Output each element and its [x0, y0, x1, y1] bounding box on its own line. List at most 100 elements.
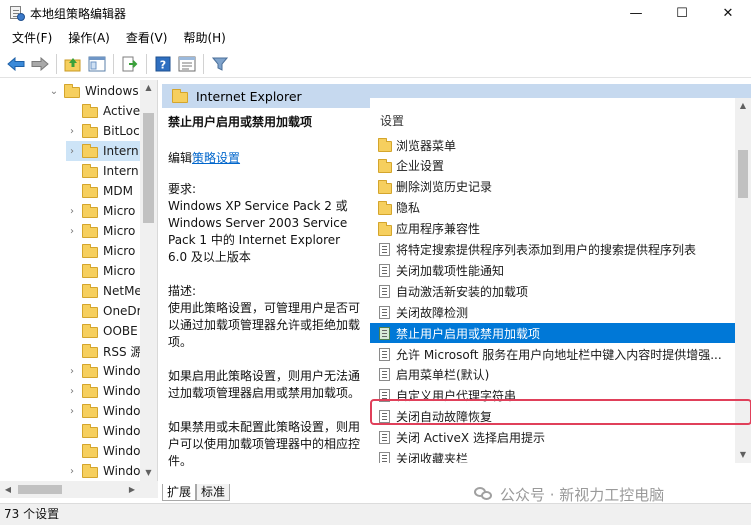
- chevron-right-icon[interactable]: ›: [66, 146, 78, 157]
- forward-icon[interactable]: [28, 53, 52, 75]
- list-item-setting[interactable]: 关闭加载项性能通知: [370, 260, 735, 280]
- scroll-up-arrow-icon[interactable]: ▲: [735, 98, 751, 114]
- list-item-setting[interactable]: 关闭 ActiveX 选择启用提示: [370, 428, 735, 448]
- list-item-label: 将特定搜索提供程序列表添加到用户的搜索提供程序列表: [396, 243, 697, 257]
- wechat-icon: [474, 486, 494, 502]
- maximize-button[interactable]: ☐: [659, 0, 705, 26]
- menu-help[interactable]: 帮助(H): [175, 28, 233, 48]
- minimize-button[interactable]: —: [613, 0, 659, 26]
- filter-icon[interactable]: [208, 53, 232, 75]
- scroll-down-arrow-icon[interactable]: ▼: [735, 447, 751, 463]
- list-item-folder[interactable]: 浏览器菜单: [370, 135, 735, 155]
- list-item-folder[interactable]: 删除浏览历史记录: [370, 177, 735, 197]
- folder-icon: [82, 424, 98, 438]
- menu-view[interactable]: 查看(V): [118, 28, 176, 48]
- tab-extended[interactable]: 扩展: [162, 484, 197, 501]
- list-item-label: 关闭收藏夹栏: [396, 452, 469, 463]
- tree-item-label: NetMe: [103, 284, 142, 298]
- tree-item-label: Micro: [103, 244, 136, 258]
- folder-icon: [82, 264, 98, 278]
- pane-header-title: Internet Explorer: [196, 88, 302, 104]
- edit-policy-setting-link[interactable]: 策略设置: [192, 151, 240, 165]
- window-controls: — ☐ ✕: [613, 0, 751, 26]
- close-button[interactable]: ✕: [705, 0, 751, 26]
- scroll-thumb[interactable]: [738, 150, 748, 198]
- policy-setting-icon: [378, 284, 392, 298]
- folder-icon: [82, 164, 98, 178]
- folder-icon: [378, 200, 392, 215]
- folder-icon: [82, 324, 98, 338]
- view-tabs: 扩展 标准: [162, 483, 231, 501]
- scroll-right-arrow-icon[interactable]: ▶: [124, 481, 140, 498]
- list-item-folder[interactable]: 企业设置: [370, 156, 735, 176]
- scroll-thumb[interactable]: [18, 485, 62, 494]
- tree-item-label: Intern: [103, 164, 139, 178]
- chevron-right-icon[interactable]: ›: [66, 386, 78, 397]
- list-item-folder[interactable]: 应用程序兼容性: [370, 219, 735, 239]
- tree-item-label: Windo: [103, 424, 141, 438]
- tree-item-label: MDM: [103, 184, 133, 198]
- menu-action[interactable]: 操作(A): [60, 28, 118, 48]
- chevron-right-icon[interactable]: ›: [66, 226, 78, 237]
- list-item-setting[interactable]: 关闭收藏夹栏: [370, 449, 735, 463]
- tree-item-label: Windows: [85, 84, 139, 98]
- tree-item-label: Windo: [103, 464, 141, 478]
- chevron-down-icon[interactable]: ⌄: [48, 86, 60, 97]
- tree-vertical-scrollbar[interactable]: ▲ ▼: [140, 80, 157, 481]
- folder-icon: [82, 464, 98, 478]
- folder-icon: [378, 158, 392, 173]
- tree-item-label: Active: [103, 104, 141, 118]
- policy-setting-icon: [378, 431, 392, 445]
- show-hide-tree-icon[interactable]: [85, 53, 109, 75]
- chevron-right-icon[interactable]: ›: [66, 206, 78, 217]
- list-item-label: 启用菜单栏(默认): [396, 368, 490, 383]
- policy-setting-icon: [378, 347, 392, 361]
- tree-horizontal-scrollbar[interactable]: ◀ ▶: [0, 481, 158, 498]
- chevron-right-icon[interactable]: ›: [66, 466, 78, 477]
- list-item-label: 关闭加载项性能通知: [396, 263, 505, 278]
- list-item-label: 关闭 ActiveX 选择启用提示: [396, 431, 545, 446]
- folder-icon: [82, 224, 98, 238]
- menu-file[interactable]: 文件(F): [4, 28, 60, 48]
- up-folder-icon[interactable]: [61, 53, 85, 75]
- list-item-setting[interactable]: 将特定搜索提供程序列表添加到用户的搜索提供程序列表: [370, 240, 735, 260]
- folder-icon: [378, 138, 392, 152]
- export-list-icon[interactable]: [118, 53, 142, 75]
- list-item-setting[interactable]: 禁止用户启用或禁用加载项: [370, 323, 735, 344]
- properties-icon[interactable]: [175, 53, 199, 75]
- list-item-setting[interactable]: 关闭故障检测: [370, 302, 735, 322]
- scroll-thumb[interactable]: [143, 113, 154, 223]
- toolbar: ?: [0, 50, 751, 78]
- policy-setting-icon: [378, 305, 392, 319]
- policy-tree: ⌄ Windows Active › BitLoc › Intern Intern MDM › Mi…: [0, 80, 158, 481]
- scroll-up-arrow-icon[interactable]: ▲: [140, 80, 157, 96]
- tab-standard[interactable]: 标准: [196, 484, 231, 501]
- description-text: 描述: 使用此策略设置，可管理用户是否可以通过加载项管理器允许或拒绝加载项。: [168, 284, 361, 349]
- tree-item-label: Windo: [103, 404, 141, 418]
- settings-column-header[interactable]: 设置: [372, 112, 404, 130]
- back-icon[interactable]: [4, 53, 28, 75]
- list-item-setting[interactable]: 启用菜单栏(默认): [370, 365, 735, 385]
- chevron-right-icon[interactable]: ›: [66, 126, 78, 137]
- watermark-text: 公众号 · 新视力工控电脑: [500, 485, 665, 504]
- help-icon[interactable]: ?: [151, 53, 175, 75]
- svg-text:?: ?: [160, 58, 166, 71]
- policy-setting-icon: [378, 368, 392, 382]
- folder-icon: [64, 84, 80, 98]
- folder-icon: [82, 244, 98, 258]
- chevron-right-icon[interactable]: ›: [66, 406, 78, 417]
- scroll-down-arrow-icon[interactable]: ▼: [140, 465, 157, 481]
- status-bar: 73 个设置: [0, 503, 751, 525]
- description-heading: 禁止用户启用或禁用加载项: [168, 115, 313, 129]
- watermark: 公众号 · 新视力工控电脑: [474, 484, 664, 504]
- list-item-setting[interactable]: 允许 Microsoft 服务在用户向地址栏中键入内容时提供增强...: [370, 344, 735, 364]
- status-count: 73 个设置: [4, 507, 60, 521]
- list-item-setting[interactable]: 自动激活新安装的加载项: [370, 281, 735, 301]
- list-item-folder[interactable]: 隐私: [370, 198, 735, 218]
- folder-icon: [82, 384, 98, 398]
- title-bar: 本地组策略编辑器 — ☐ ✕: [0, 0, 751, 26]
- scroll-left-arrow-icon[interactable]: ◀: [0, 481, 16, 498]
- tree-item-label: OneDr: [103, 304, 142, 318]
- setting-description: 禁止用户启用或禁用加载项 编辑策略设置 要求: Windows XP Servi…: [162, 108, 362, 481]
- chevron-right-icon[interactable]: ›: [66, 366, 78, 377]
